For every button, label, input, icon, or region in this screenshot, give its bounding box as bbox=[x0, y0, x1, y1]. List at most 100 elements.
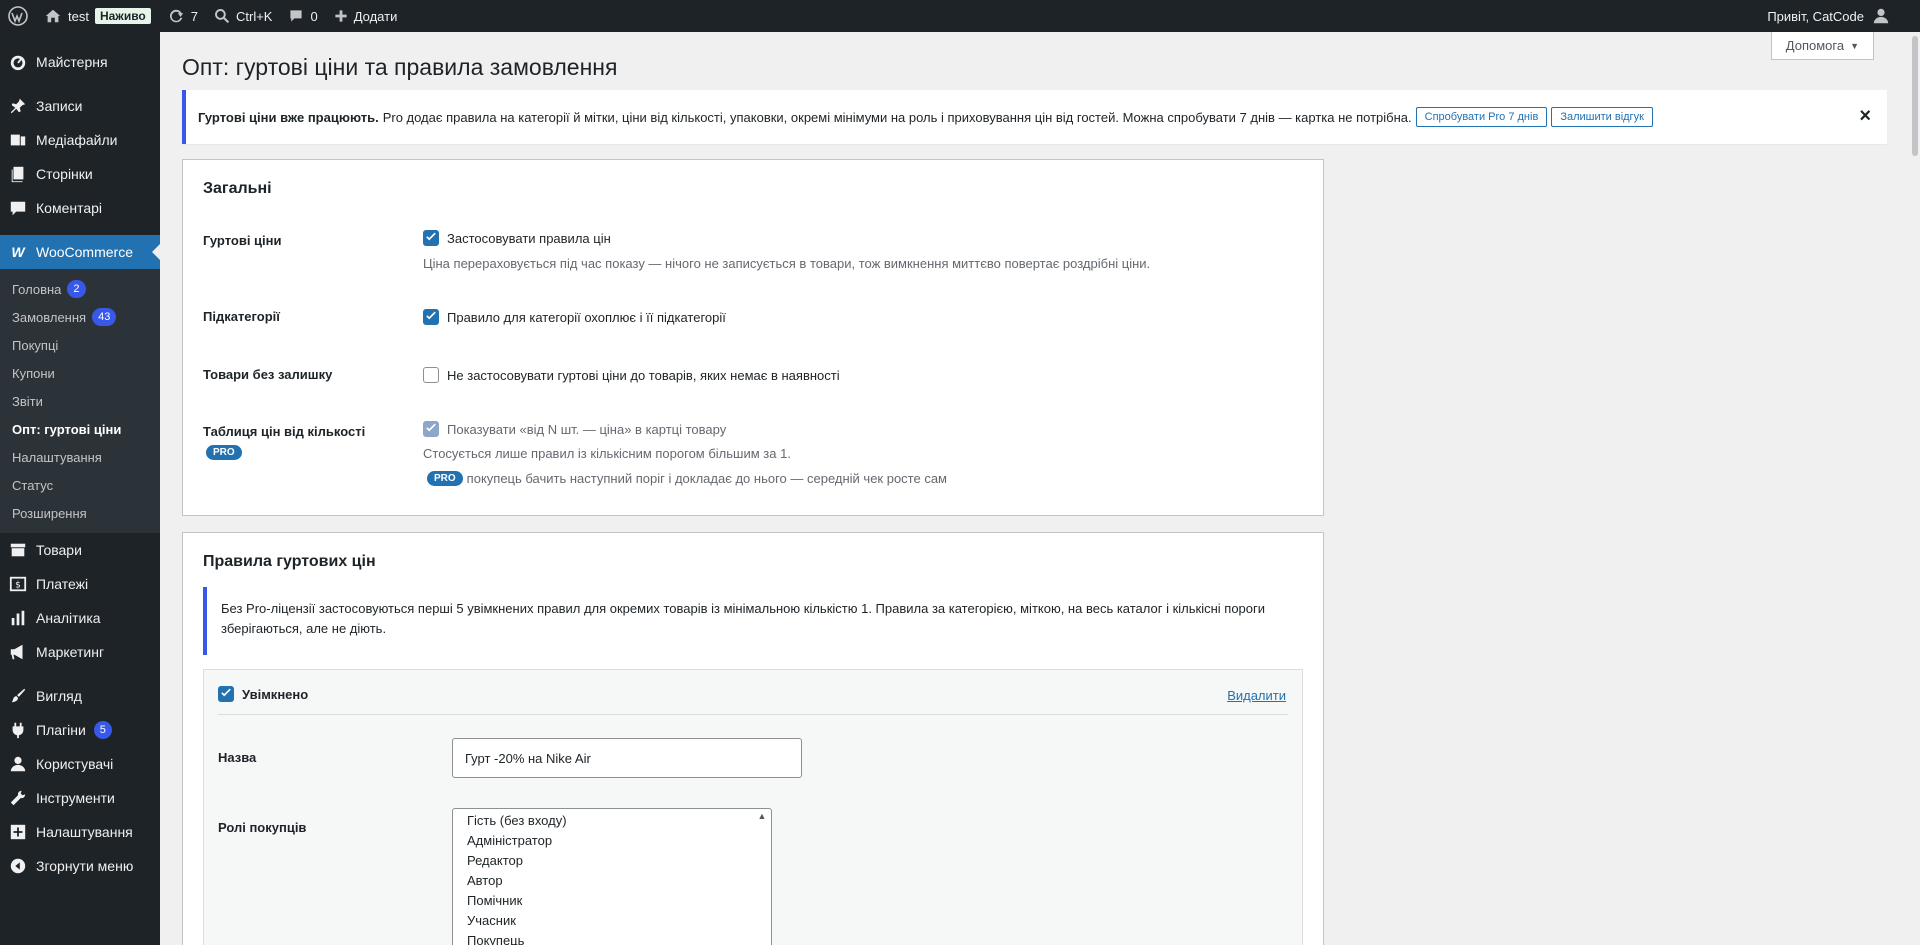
menu-posts[interactable]: Записи bbox=[0, 89, 160, 123]
menu-appearance[interactable]: Вигляд bbox=[0, 679, 160, 713]
scrollbar-thumb[interactable] bbox=[1912, 36, 1918, 156]
menu-products[interactable]: Товари bbox=[0, 533, 160, 567]
role-option[interactable]: Автор bbox=[453, 871, 771, 891]
table-label: Таблиця цін від кількості bbox=[203, 424, 366, 439]
menu-users[interactable]: Користувачі bbox=[0, 747, 160, 781]
menu-settings-label: Налаштування bbox=[36, 824, 133, 840]
general-title: Загальні bbox=[203, 180, 272, 197]
close-icon[interactable]: × bbox=[1859, 105, 1871, 128]
search-link[interactable]: Ctrl+K bbox=[206, 0, 280, 32]
menu-comments[interactable]: Коментарі bbox=[0, 191, 160, 225]
submenu-status[interactable]: Статус bbox=[0, 471, 160, 499]
my-account-link[interactable]: Привіт, CatCode bbox=[1767, 7, 1920, 25]
submenu-home[interactable]: Головна 2 bbox=[0, 275, 160, 303]
try-pro-button[interactable]: Спробувати Pro 7 днів bbox=[1415, 107, 1548, 127]
rule-enabled-checkbox[interactable] bbox=[218, 686, 234, 702]
submenu-extensions[interactable]: Розширення bbox=[0, 499, 160, 527]
menu-plugins[interactable]: Плагіни 5 bbox=[0, 713, 160, 747]
menu-woocommerce-label: WooCommerce bbox=[36, 244, 133, 260]
wordpress-logo-button[interactable] bbox=[0, 0, 36, 32]
site-name: test bbox=[68, 8, 89, 24]
settings-icon bbox=[8, 822, 28, 842]
subcat-label: Підкатегорії bbox=[203, 309, 280, 324]
menu-marketing[interactable]: Маркетинг bbox=[0, 635, 160, 669]
role-option[interactable]: Адміністратор bbox=[453, 831, 771, 851]
role-option[interactable]: Помічник bbox=[453, 891, 771, 911]
menu-settings[interactable]: Налаштування bbox=[0, 815, 160, 849]
caret-down-icon: ▼ bbox=[1850, 40, 1859, 51]
home-count-badge: 2 bbox=[67, 280, 86, 298]
feedback-button[interactable]: Залишити відгук bbox=[1551, 107, 1653, 127]
site-name-link[interactable]: test Наживо bbox=[36, 0, 159, 32]
archive-icon bbox=[8, 540, 28, 560]
submenu-coupons[interactable]: Купони bbox=[0, 359, 160, 387]
menu-woocommerce[interactable]: W WooCommerce bbox=[0, 235, 160, 269]
pro-badge-inline: PRO bbox=[427, 471, 463, 486]
orders-count-badge: 43 bbox=[92, 308, 117, 326]
rule-name-input[interactable]: Гурт -20% на Nike Air bbox=[452, 738, 802, 778]
role-option[interactable]: Покупець bbox=[453, 931, 771, 945]
search-shortcut: Ctrl+K bbox=[235, 8, 273, 24]
submenu-orders[interactable]: Замовлення 43 bbox=[0, 303, 160, 331]
wholesale-field: Застосовувати правила цін bbox=[423, 230, 611, 246]
submenu-customers-label: Покупці bbox=[12, 337, 59, 353]
subcat-checkbox-label: Правило для категорії охоплює і її підка… bbox=[447, 309, 726, 325]
media-icon bbox=[8, 130, 28, 150]
menu-media[interactable]: Медіафайли bbox=[0, 123, 160, 157]
rule-delete-link[interactable]: Видалити bbox=[1227, 688, 1286, 703]
page-scrollbar[interactable] bbox=[1910, 32, 1920, 945]
pro-notice: Гуртові ціни вже працюють. Pro додає пра… bbox=[182, 90, 1887, 144]
notice-strong: Гуртові ціни вже працюють. bbox=[198, 109, 379, 125]
table-checkbox-label: Показувати «від N шт. — ціна» в картці т… bbox=[447, 421, 727, 437]
comments-icon bbox=[8, 198, 28, 218]
menu-plugins-label: Плагіни bbox=[36, 722, 86, 738]
scroll-up-arrow-icon[interactable]: ▲ bbox=[755, 811, 769, 825]
submenu-reports[interactable]: Звіти bbox=[0, 387, 160, 415]
chart-bar-icon bbox=[8, 608, 28, 628]
submenu-settings-label: Налаштування bbox=[12, 449, 102, 465]
submenu-settings[interactable]: Налаштування bbox=[0, 443, 160, 471]
table-desc: Стосується лише правил із кількісним пор… bbox=[423, 446, 791, 461]
nostock-checkbox[interactable] bbox=[423, 367, 439, 383]
subcat-checkbox[interactable] bbox=[423, 309, 439, 325]
menu-payments[interactable]: $ Платежі bbox=[0, 567, 160, 601]
updates-count: 7 bbox=[190, 8, 198, 24]
updates-link[interactable]: 7 bbox=[159, 0, 206, 32]
subcat-field: Правило для категорії охоплює і її підка… bbox=[423, 309, 726, 325]
add-new-link[interactable]: Додати bbox=[326, 0, 406, 32]
comment-icon bbox=[290, 10, 303, 22]
pro-badge: PRO bbox=[206, 445, 242, 460]
user-icon bbox=[1873, 8, 1889, 24]
menu-analytics[interactable]: Аналітика bbox=[0, 601, 160, 635]
menu-pages[interactable]: Сторінки bbox=[0, 157, 160, 191]
menu-tools[interactable]: Інструменти bbox=[0, 781, 160, 815]
menu-collapse[interactable]: Згорнути меню bbox=[0, 849, 160, 883]
rule-roles-select[interactable]: Гість (без входу) Адміністратор Редактор… bbox=[452, 808, 772, 945]
menu-payments-label: Платежі bbox=[36, 576, 89, 592]
menu-pages-label: Сторінки bbox=[36, 166, 93, 182]
comments-link[interactable]: 0 bbox=[280, 0, 325, 32]
submenu-home-label: Головна bbox=[12, 281, 62, 297]
role-option[interactable]: Редактор bbox=[453, 851, 771, 871]
rule-enabled-toggle: Увімкнено bbox=[218, 686, 308, 702]
submenu-wholesale[interactable]: Опт: гуртові ціни bbox=[0, 415, 160, 443]
search-icon bbox=[215, 9, 230, 24]
submenu-customers[interactable]: Покупці bbox=[0, 331, 160, 359]
menu-dashboard[interactable]: Майстерня bbox=[0, 45, 160, 79]
table-checkbox[interactable] bbox=[423, 421, 439, 437]
role-option[interactable]: Гість (без входу) bbox=[453, 811, 771, 831]
table-pro-desc: покупець бачить наступний поріг і доклад… bbox=[466, 471, 947, 486]
menu-products-label: Товари bbox=[36, 542, 82, 558]
wholesale-checkbox[interactable] bbox=[423, 230, 439, 246]
menu-users-label: Користувачі bbox=[36, 756, 114, 772]
plugins-count-badge: 5 bbox=[93, 721, 112, 739]
admin-bar: test Наживо 7 Ctrl+K 0 Додати Привіт, Ca… bbox=[0, 0, 1920, 32]
help-button[interactable]: Допомога ▼ bbox=[1770, 32, 1874, 60]
role-option[interactable]: Учасник bbox=[453, 911, 771, 931]
submenu-reports-label: Звіти bbox=[12, 393, 43, 409]
menu-marketing-label: Маркетинг bbox=[36, 644, 105, 660]
submenu-status-label: Статус bbox=[12, 477, 54, 493]
wrench-icon bbox=[8, 788, 28, 808]
check-icon bbox=[221, 688, 231, 697]
megaphone-icon bbox=[8, 642, 28, 662]
